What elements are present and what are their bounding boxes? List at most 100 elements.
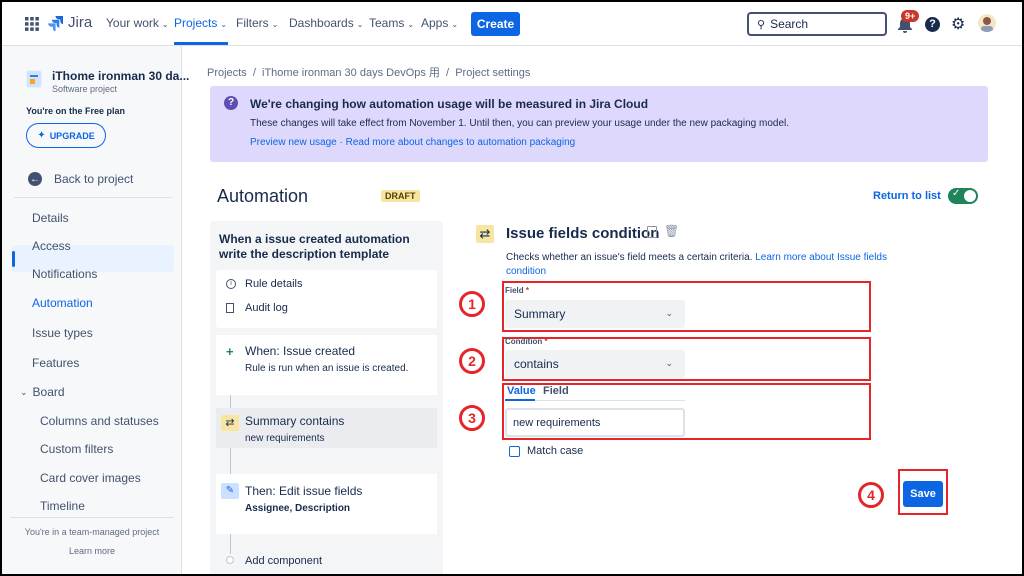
sidebar-item-notifications[interactable]: Notifications <box>32 267 97 281</box>
app-name: Jira <box>68 14 93 31</box>
board-label: Board <box>32 385 65 399</box>
help-icon[interactable]: ? <box>925 17 940 32</box>
sidebar-active-indicator <box>12 251 15 267</box>
condition-editor-title: Issue fields condition <box>506 225 660 242</box>
match-case-checkbox[interactable]: Match case <box>509 445 583 457</box>
chevron-down-icon: ⌄ <box>161 20 169 29</box>
upgrade-button[interactable]: ✦ UPGRADE <box>26 123 106 148</box>
annotation-marker-3: 3 <box>459 405 485 431</box>
team-managed-note: You're in a team-managed project <box>24 527 160 537</box>
project-name[interactable]: iThome ironman 30 da... <box>52 69 189 83</box>
trash-icon[interactable]: 🗑 <box>664 224 679 238</box>
info-icon: i <box>226 279 236 289</box>
plus-icon: + <box>226 344 234 359</box>
sidebar-item-details[interactable]: Details <box>32 211 69 225</box>
tab-value[interactable]: Value <box>507 385 536 397</box>
condition-description: Checks whether an issue's field meets a … <box>506 252 887 263</box>
required-asterisk: * <box>523 286 530 295</box>
sidebar-item-features[interactable]: Features <box>32 356 79 370</box>
chevron-down-icon: ⌄ <box>271 20 279 29</box>
rule-details-link[interactable]: i Rule details <box>226 278 302 290</box>
active-nav-indicator <box>174 42 228 45</box>
sidebar-item-custom-filters[interactable]: Custom filters <box>40 442 113 456</box>
nav-teams[interactable]: Teams ⌄ <box>369 16 414 30</box>
sidebar-footer-divider <box>10 517 174 518</box>
upgrade-label: UPGRADE <box>49 130 95 141</box>
learn-more-condition-link[interactable]: Learn more about Issue fields <box>755 252 887 263</box>
value-input[interactable]: new requirements <box>505 408 685 437</box>
breadcrumb[interactable]: Projects / iThome ironman 30 days DevOps… <box>207 64 530 80</box>
field-label-text: Field <box>505 286 524 295</box>
tab-field[interactable]: Field <box>543 385 569 397</box>
sidebar-board-group[interactable]: ⌄ Board <box>20 385 65 399</box>
sidebar-item-columns-statuses[interactable]: Columns and statuses <box>40 414 159 428</box>
project-type: Software project <box>52 84 118 94</box>
annotation-marker-4: 4 <box>858 482 884 508</box>
annotation-marker-1: 1 <box>459 291 485 317</box>
pencil-icon: ✎ <box>221 483 239 499</box>
sidebar-item-timeline[interactable]: Timeline <box>40 499 85 513</box>
condition-label: Condition * <box>505 337 548 346</box>
audit-log-link[interactable]: Audit log <box>226 302 288 314</box>
check-icon: ✓ <box>952 188 961 199</box>
sidebar-item-automation[interactable]: Automation <box>32 296 93 310</box>
condition-select[interactable]: contains ⌄ <box>505 350 685 378</box>
rule-name[interactable]: When a issue created automation write th… <box>219 232 434 262</box>
sidebar-item-access[interactable]: Access <box>32 239 71 253</box>
audit-log-label: Audit log <box>245 302 288 314</box>
learn-more-link[interactable]: Learn more <box>2 546 182 556</box>
action-step-title: Then: Edit issue fields <box>245 484 363 498</box>
nav-label: Projects <box>174 16 218 30</box>
sparkle-icon: ✦ <box>37 130 46 141</box>
chevron-down-icon: ⌄ <box>356 20 364 29</box>
app-window: Jira Your work ⌄ Projects ⌄ Filters ⌄ Dashb… <box>0 0 1024 576</box>
app-switcher-icon[interactable] <box>25 17 39 31</box>
active-tab-indicator <box>505 399 535 401</box>
annotation-marker-2: 2 <box>459 348 485 374</box>
sidebar-item-issue-types[interactable]: Issue types <box>32 326 93 340</box>
rule-enabled-toggle[interactable]: ✓ <box>948 188 978 204</box>
search-icon: ⚲ <box>757 18 766 31</box>
avatar[interactable] <box>978 14 996 32</box>
copy-icon[interactable] <box>647 226 657 238</box>
nav-your-work[interactable]: Your work ⌄ <box>106 16 169 30</box>
chevron-down-icon: ⌄ <box>407 20 415 29</box>
nav-dashboards[interactable]: Dashboards ⌄ <box>289 16 363 30</box>
nav-apps[interactable]: Apps ⌄ <box>421 16 458 30</box>
notification-count-badge: 9+ <box>901 10 920 22</box>
add-component-button[interactable]: Add component <box>245 555 322 567</box>
save-button[interactable]: Save <box>903 481 943 507</box>
banner-links: Preview new usage · Read more about chan… <box>250 137 575 148</box>
learn-more-condition-link-cont[interactable]: condition <box>506 266 546 277</box>
read-more-link[interactable]: Read more about changes to automation pa… <box>346 137 576 148</box>
chevron-down-icon: ⌄ <box>20 386 28 397</box>
nav-projects[interactable]: Projects ⌄ <box>174 16 227 30</box>
sidebar-divider <box>14 197 172 198</box>
chevron-down-icon: ⌄ <box>220 20 228 29</box>
condition-select-value: contains <box>514 357 559 371</box>
field-label: Field * <box>505 286 529 295</box>
jira-logo[interactable]: Jira <box>48 14 92 31</box>
checkbox-icon <box>509 445 520 457</box>
return-to-list-link[interactable]: Return to list <box>873 190 941 202</box>
search-input[interactable]: ⚲ Search <box>747 12 887 36</box>
create-button[interactable]: Create <box>471 12 520 36</box>
add-component-node-icon <box>226 556 234 564</box>
back-to-project-link[interactable]: ← Back to project <box>28 172 133 186</box>
banner-text: These changes will take effect from Nove… <box>250 118 789 129</box>
sidebar-item-card-cover-images[interactable]: Card cover images <box>40 471 141 485</box>
nav-label: Filters <box>236 16 269 30</box>
trigger-description: Rule is run when an issue is created. <box>245 363 409 374</box>
nav-filters[interactable]: Filters ⌄ <box>236 16 278 30</box>
plan-status: You're on the Free plan <box>26 106 125 116</box>
draft-status-badge: DRAFT <box>381 190 420 202</box>
condition-shuffle-icon: ⇄ <box>221 415 239 431</box>
nav-label: Apps <box>421 16 449 30</box>
search-placeholder: Search <box>770 17 809 31</box>
settings-gear-icon[interactable]: ⚙ <box>951 14 965 34</box>
jira-icon <box>48 15 63 31</box>
field-select[interactable]: Summary ⌄ <box>505 300 685 328</box>
notifications-button[interactable]: 9+ <box>897 10 920 34</box>
chain-connector <box>230 395 231 409</box>
preview-usage-link[interactable]: Preview new usage <box>250 137 337 148</box>
